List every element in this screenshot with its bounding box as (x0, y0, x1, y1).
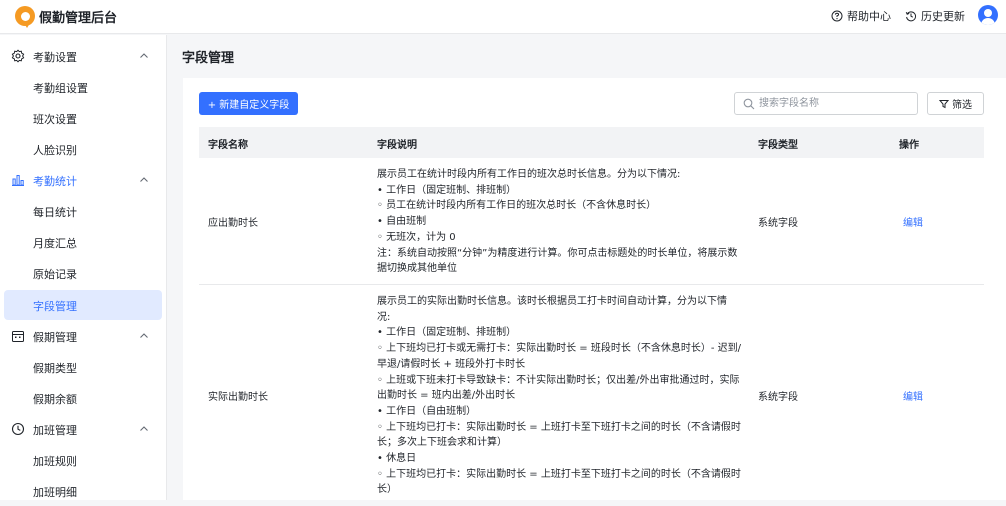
description-line: ◦ 上班或下班未打卡导致缺卡：不计实际出勤时长；仅出差/外出审批通过时，实际 (377, 374, 740, 386)
chevron-up-icon (140, 426, 148, 431)
sidebar-item-attendance-group-settings[interactable]: 考勤组设置 (4, 72, 162, 102)
description-line: 早退/请假时长 + 班段外打卡时长 (377, 358, 526, 370)
description-line: ◦ 上下班均已打卡：实际出勤时长 = 上班打卡至下班打卡之间的时长（不含请假时 (377, 421, 741, 433)
description-line: ◦ 上下班均已打卡：实际出勤时长 = 上班打卡至下班打卡之间的时长（不含请假时 (377, 468, 741, 480)
chevron-up-icon (140, 53, 148, 58)
sidebar-item-raw-records[interactable]: 原始记录 (4, 258, 162, 288)
sidebar-item-label: 假期类型 (33, 362, 77, 375)
filter-label: 筛选 (952, 100, 972, 111)
sidebar-item-label: 加班明细 (33, 486, 77, 499)
help-icon (831, 10, 843, 22)
sidebar-group-leave-management[interactable]: 假期管理 (0, 321, 166, 351)
sidebar-item-label: 加班规则 (33, 455, 77, 468)
sidebar-item-label: 每日统计 (33, 206, 77, 219)
sidebar-item-shift-settings[interactable]: 班次设置 (4, 103, 162, 133)
description-line: 据切换成其他单位 (377, 263, 457, 275)
sidebar-item-leave-balance[interactable]: 假期余额 (4, 383, 162, 413)
sidebar-item-daily-stats[interactable]: 每日统计 (4, 196, 162, 226)
field-type-cell: 系统字段 (758, 392, 798, 403)
app-logo-icon (15, 6, 35, 28)
table-row: 实际出勤时长 展示员工的实际出勤时长信息。该时长根据员工打卡时间自动计算，分为以… (199, 286, 984, 506)
history-updates-label: 历史更新 (921, 10, 965, 23)
sidebar-group-label: 加班管理 (33, 424, 77, 437)
sidebar-group-attendance-stats[interactable]: 考勤统计 (0, 165, 166, 195)
column-header-field-name: 字段名称 (208, 140, 248, 151)
description-line: 长） (377, 484, 397, 496)
sidebar-item-label: 字段管理 (33, 300, 77, 313)
chevron-up-icon (140, 177, 148, 182)
sidebar-item-label: 班次设置 (33, 113, 77, 126)
edit-link[interactable]: 编辑 (903, 388, 923, 403)
sidebar-item-leave-types[interactable]: 假期类型 (4, 352, 162, 382)
description-line: 展示员工的实际出勤时长信息。该时长根据员工打卡时间自动计算，分为以下情 (377, 296, 727, 307)
sidebar-item-overtime-rules[interactable]: 加班规则 (4, 445, 162, 475)
description-line: 况: (377, 311, 391, 323)
sidebar-item-label: 考勤组设置 (33, 82, 88, 95)
description-line: • 工作日（固定班制、排班制） (377, 327, 517, 339)
sidebar-item-field-management[interactable]: 字段管理 (4, 290, 162, 320)
history-updates-link[interactable]: 历史更新 (905, 8, 965, 24)
app-title: 假勤管理后台 (39, 11, 118, 26)
search-icon (743, 98, 755, 110)
table-header: 字段名称 字段说明 字段类型 操作 (199, 127, 984, 158)
table-row: 应出勤时长 展示员工在统计时段内所有工作日的班次总时长信息。分为以下情况: • … (199, 158, 984, 285)
search-input[interactable] (759, 96, 909, 111)
sidebar-group-attendance-settings[interactable]: 考勤设置 (0, 41, 166, 71)
search-box (734, 92, 918, 115)
user-avatar[interactable] (978, 5, 998, 25)
sidebar-item-overtime-details[interactable]: 加班明细 (4, 476, 162, 500)
page-title: 字段管理 (182, 51, 235, 66)
field-name-cell: 应出勤时长 (208, 218, 258, 229)
sidebar-item-monthly-summary[interactable]: 月度汇总 (4, 227, 162, 257)
field-description-cell: 展示员工在统计时段内所有工作日的班次总时长信息。分为以下情况: • 工作日（固定… (377, 167, 741, 277)
filter-icon (939, 99, 949, 108)
description-line: • 工作日（自由班制） (377, 405, 477, 417)
chevron-up-icon (140, 333, 148, 338)
description-line: 展示员工在统计时段内所有工作日的班次总时长信息。分为以下情况: (377, 169, 681, 180)
sidebar-group-overtime-management[interactable]: 加班管理 (0, 414, 166, 444)
filter-button[interactable]: 筛选 (927, 92, 984, 115)
sidebar-item-label: 人脸识别 (33, 144, 77, 157)
column-header-field-type: 字段类型 (758, 140, 798, 151)
gear-icon (11, 49, 25, 63)
calendar-icon (12, 331, 24, 342)
help-center-label: 帮助中心 (847, 10, 891, 23)
description-line: 长；多次上下班会求和计算） (377, 437, 507, 449)
description-line: ◦ 员工在统计时段内所有工作日的班次总时长（不含休息时长） (377, 200, 657, 212)
sidebar-group-label: 假期管理 (33, 331, 77, 344)
field-name-cell: 实际出勤时长 (208, 392, 268, 403)
help-center-link[interactable]: 帮助中心 (831, 8, 891, 24)
sidebar: 考勤设置 考勤组设置 班次设置 人脸识别 考勤统计 每日统计 月度汇总 原始记录… (0, 35, 167, 500)
sidebar-item-face-recognition[interactable]: 人脸识别 (4, 134, 162, 164)
bar-chart-icon (12, 175, 24, 186)
edit-link[interactable]: 编辑 (903, 214, 923, 229)
history-icon (905, 11, 917, 22)
description-line: • 自由班制 (377, 216, 427, 228)
description-line: 出勤时长 = 班内出差/外出时长 (377, 390, 516, 402)
add-custom-field-button[interactable]: + 新建自定义字段 (199, 92, 298, 115)
field-description-cell: 展示员工的实际出勤时长信息。该时长根据员工打卡时间自动计算，分为以下情 况: •… (377, 294, 741, 498)
clock-icon (11, 422, 25, 436)
description-line: ◦ 上下班均已打卡或无需打卡：实际出勤时长 = 班段时长（不含休息时长）- 迟到… (377, 343, 741, 355)
description-line: • 工作日（固定班制、排班制） (377, 184, 517, 196)
sidebar-group-label: 考勤统计 (33, 175, 77, 188)
description-line: ◦ 无班次，计为 0 (377, 231, 456, 243)
column-header-description: 字段说明 (377, 140, 417, 151)
column-header-actions: 操作 (899, 140, 919, 151)
sidebar-item-label: 假期余额 (33, 393, 77, 406)
sidebar-item-label: 月度汇总 (33, 237, 77, 250)
top-bar: 假勤管理后台 帮助中心 历史更新 (0, 0, 1006, 34)
field-type-cell: 系统字段 (758, 218, 798, 229)
description-line: 注：系统自动按照“分钟”为精度进行计算。你可点击标题处的时长单位，将展示数 (377, 247, 738, 259)
description-line: • 休息日 (377, 453, 417, 465)
sidebar-item-label: 原始记录 (33, 268, 77, 281)
sidebar-group-label: 考勤设置 (33, 51, 77, 64)
